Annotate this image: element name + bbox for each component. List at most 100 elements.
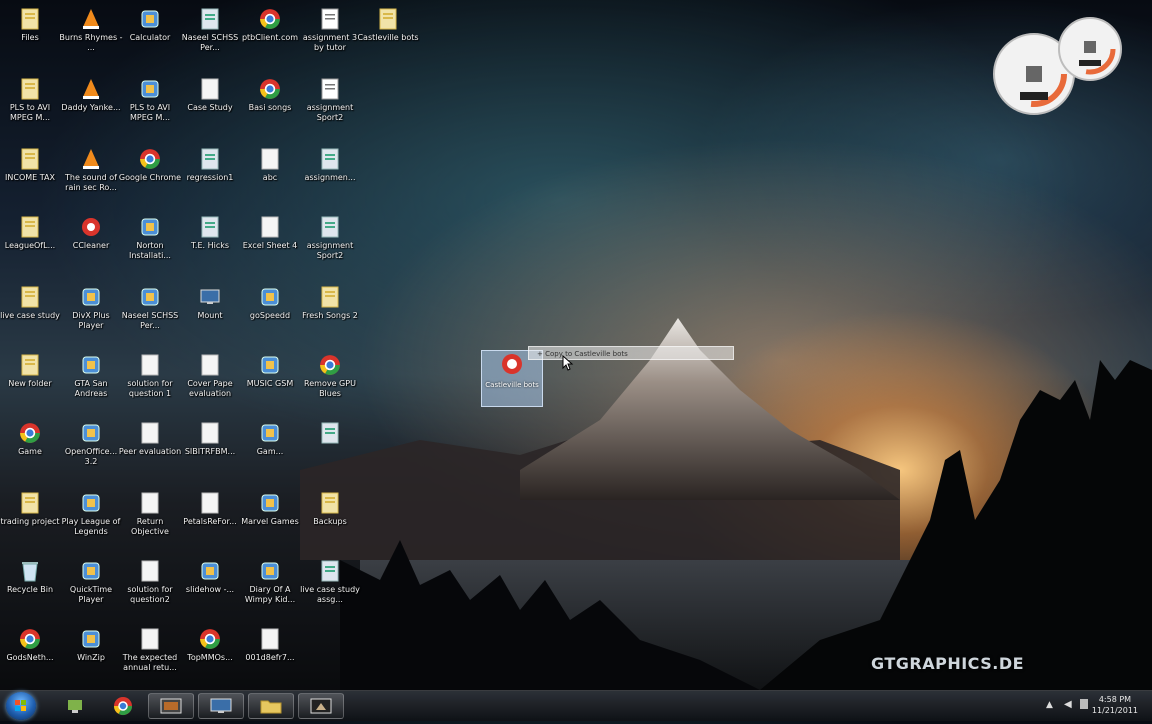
- desktop-icon-label: QuickTime Player: [69, 585, 113, 604]
- text-icon: [318, 7, 342, 31]
- desktop-icon[interactable]: assignment 3 by tutor: [298, 3, 362, 67]
- desktop-icon[interactable]: Norton Installati...: [118, 211, 182, 275]
- taskbar-pinned-app[interactable]: [52, 693, 98, 719]
- desktop-icon[interactable]: New folder: [0, 349, 62, 413]
- desktop-icon[interactable]: OpenOffice... 3.2: [59, 417, 123, 481]
- taskbar-app-window[interactable]: [298, 693, 344, 719]
- desktop-icon[interactable]: PetalsReFor...: [178, 487, 242, 551]
- desktop-icon[interactable]: Calculator: [118, 3, 182, 67]
- taskbar-media-player[interactable]: [148, 693, 194, 719]
- app-icon: [138, 77, 162, 101]
- desktop-icon[interactable]: regression1: [178, 143, 242, 207]
- start-button[interactable]: [6, 692, 36, 720]
- show-hidden-icons-icon[interactable]: ▲: [1046, 700, 1053, 710]
- desktop-icon[interactable]: Marvel Games: [238, 487, 302, 551]
- wallpaper-watermark: GTGRAPHICS.DE: [871, 654, 1025, 673]
- desktop-icon[interactable]: Google Chrome: [118, 143, 182, 207]
- taskbar-chrome[interactable]: [100, 693, 146, 719]
- network-icon[interactable]: [1080, 699, 1088, 709]
- desktop-icon[interactable]: assignment Sport2: [298, 211, 362, 275]
- desktop-icon[interactable]: Gam...: [238, 417, 302, 481]
- doc-icon: [198, 7, 222, 31]
- app-icon: [79, 627, 103, 651]
- white-icon: [138, 353, 162, 377]
- desktop-icon[interactable]: 001d8efr7...: [238, 623, 302, 687]
- desktop-icon-label: Excel Sheet 4: [242, 241, 298, 250]
- desktop-icon[interactable]: solution for question 1: [118, 349, 182, 413]
- app-icon: [79, 421, 103, 445]
- desktop-icon[interactable]: trading project: [0, 487, 62, 551]
- desktop-icon-label: live case study assg...: [300, 585, 360, 604]
- desktop-icon[interactable]: QuickTime Player: [59, 555, 123, 619]
- desktop-icon-label: The expected annual retu...: [122, 653, 178, 672]
- desktop-icon[interactable]: GTA San Andreas: [59, 349, 123, 413]
- desktop-icon[interactable]: The sound of rain sec Ro...: [59, 143, 123, 207]
- desktop-icon[interactable]: Return Objective: [118, 487, 182, 551]
- desktop-icon-label: Naseel SCHSS Per...: [121, 311, 179, 330]
- desktop-icon-label: assignmen...: [304, 173, 356, 182]
- desktop-icon[interactable]: abc: [238, 143, 302, 207]
- desktop-icon[interactable]: live case study: [0, 281, 62, 345]
- taskbar-clock[interactable]: 4:58 PM 11/21/2011: [1092, 694, 1138, 716]
- desktop-icon-label: Files: [21, 33, 39, 42]
- volume-icon[interactable]: ◀: [1064, 699, 1072, 710]
- desktop-icon[interactable]: Cover Pape evaluation: [178, 349, 242, 413]
- desktop-icon[interactable]: PLS to AVI MPEG M...: [0, 73, 62, 137]
- desktop-icon[interactable]: T.E. Hicks: [178, 211, 242, 275]
- desktop-icon-label: OpenOffice... 3.2: [64, 447, 118, 466]
- desktop-icon-label: assignment 3 by tutor: [302, 33, 358, 52]
- desktop-icon[interactable]: solution for question2: [118, 555, 182, 619]
- desktop-icon[interactable]: assignment Sport2: [298, 73, 362, 137]
- desktop-icon-label: Castleville bots: [357, 33, 419, 42]
- desktop-icon[interactable]: Remove GPU Blues: [298, 349, 362, 413]
- taskbar-explorer[interactable]: [248, 693, 294, 719]
- desktop-icon[interactable]: INCOME TAX: [0, 143, 62, 207]
- desktop-icon-label: Fresh Songs 2: [302, 311, 358, 320]
- desktop-icon-label: goSpeedd: [249, 311, 291, 320]
- desktop-icon[interactable]: assignmen...: [298, 143, 362, 207]
- desktop-icon[interactable]: TopMMOs...: [178, 623, 242, 687]
- desktop-icon[interactable]: Backups: [298, 487, 362, 551]
- desktop-icon[interactable]: Diary Of A Wimpy Kid...: [238, 555, 302, 619]
- desktop-icon[interactable]: Naseel SCHSS Per...: [118, 281, 182, 345]
- memory-meter-gadget[interactable]: [1055, 14, 1125, 84]
- chrome-icon: [198, 627, 222, 651]
- desktop-icon[interactable]: MUSIC GSM: [238, 349, 302, 413]
- desktop-icon[interactable]: WinZip: [59, 623, 123, 687]
- desktop-icon[interactable]: ptbClient.com: [238, 3, 302, 67]
- desktop-icon[interactable]: The expected annual retu...: [118, 623, 182, 687]
- desktop-icon[interactable]: Excel Sheet 4: [238, 211, 302, 275]
- mouse-cursor-icon: [562, 355, 574, 371]
- desktop-icon[interactable]: slidehow -...: [178, 555, 242, 619]
- desktop-icon-label: T.E. Hicks: [190, 241, 230, 250]
- desktop-icon[interactable]: Basi songs: [238, 73, 302, 137]
- desktop-icon[interactable]: Burns Rhymes - ...: [59, 3, 123, 67]
- desktop-icon-label: Play League of Legends: [61, 517, 121, 536]
- desktop-icon[interactable]: Daddy Yanke...: [59, 73, 123, 137]
- doc-icon: [198, 215, 222, 239]
- desktop-icon[interactable]: Recycle Bin: [0, 555, 62, 619]
- desktop-icon[interactable]: GodsNeth...: [0, 623, 62, 687]
- desktop-icon[interactable]: LeagueOfL...: [0, 211, 62, 275]
- window-app-icon: [310, 698, 332, 714]
- desktop-icon[interactable]: Mount: [178, 281, 242, 345]
- desktop-icon[interactable]: Game: [0, 417, 62, 481]
- desktop-icon[interactable]: Castleville bots: [356, 3, 420, 67]
- taskbar-monitor-app[interactable]: [198, 693, 244, 719]
- desktop-icon[interactable]: Fresh Songs 2: [298, 281, 362, 345]
- desktop-icon[interactable]: Play League of Legends: [59, 487, 123, 551]
- desktop-icon[interactable]: live case study assg...: [298, 555, 362, 619]
- desktop-icon[interactable]: PLS to AVI MPEG M...: [118, 73, 182, 137]
- desktop-icon[interactable]: SIBITRFBM...: [178, 417, 242, 481]
- desktop-icon[interactable]: [298, 417, 362, 481]
- desktop-icon[interactable]: CCleaner: [59, 211, 123, 275]
- desktop-icon[interactable]: Peer evaluation: [118, 417, 182, 481]
- folder-icon: [18, 147, 42, 171]
- desktop-icon-label: Return Objective: [131, 517, 169, 536]
- desktop-icon[interactable]: Case Study: [178, 73, 242, 137]
- desktop-icon[interactable]: DivX Plus Player: [59, 281, 123, 345]
- desktop-icon[interactable]: goSpeedd: [238, 281, 302, 345]
- desktop-icon[interactable]: Naseel SCHSS Per...: [178, 3, 242, 67]
- desktop-icon-label: The sound of rain sec Ro...: [65, 173, 117, 192]
- desktop-icon[interactable]: Files: [0, 3, 62, 67]
